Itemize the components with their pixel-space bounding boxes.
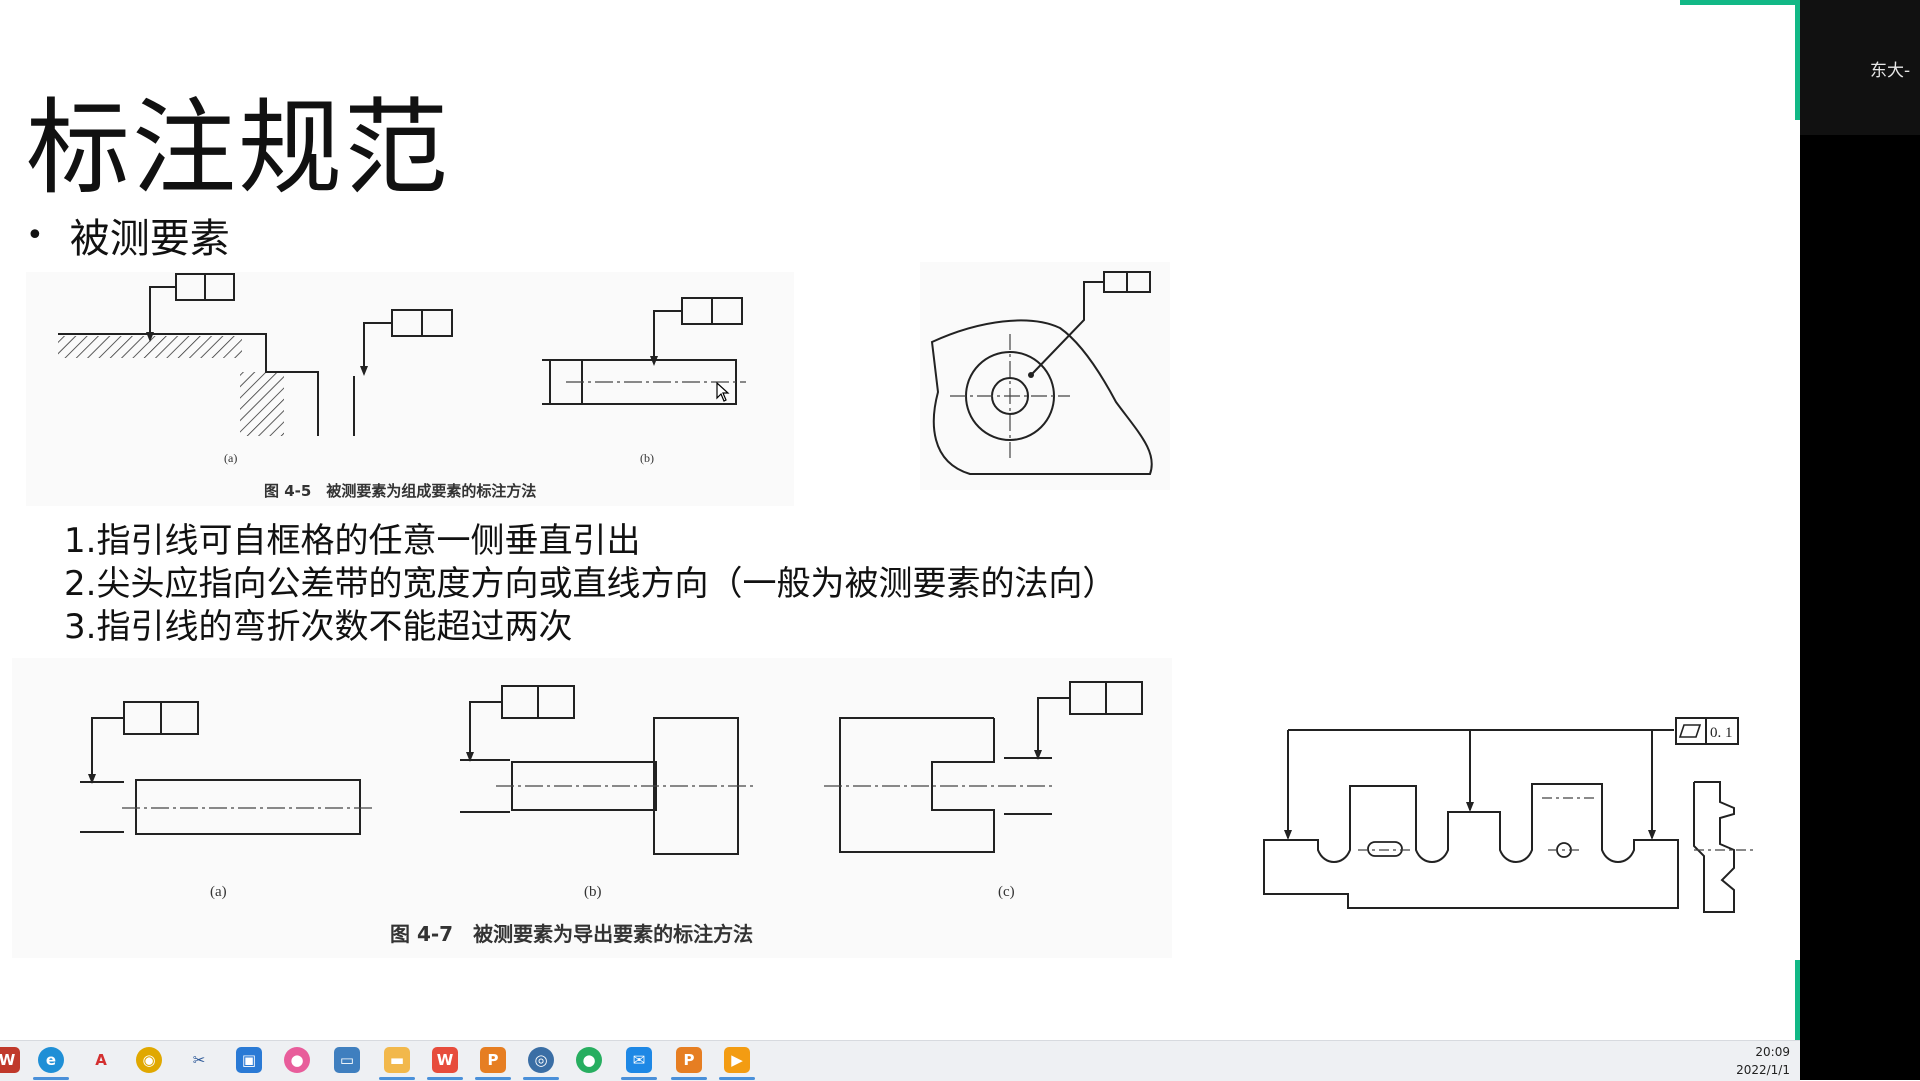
wechat-icon[interactable]: ● [576,1047,602,1073]
meeting-side-panel [1800,0,1920,1080]
mail-icon[interactable]: ✉ [626,1047,652,1073]
bullet-text: 被测要素 [69,216,230,262]
rule-item: 1.指引线可自框格的任意一侧垂直引出 [64,521,641,561]
tencent-meeting-icon[interactable]: ◎ [528,1047,554,1073]
annotation-rules: 1.指引线可自框格的任意一侧垂直引出 2.尖头应指向公差带的宽度方向或直线方向（… [64,520,1116,649]
flange-drawing [930,271,1153,475]
figure-flatness: 0. 1 [1254,690,1774,930]
rule-item: 3.指引线的弯折次数不能超过两次 [64,607,573,647]
wps-writer-icon[interactable]: W [432,1047,458,1073]
clock-time: 20:09 [1755,1045,1790,1059]
figure-4-5-label-b: (b) [640,451,654,465]
flatness-tolerance-value: 0. 1 [1710,725,1733,741]
wps-icon[interactable]: W [0,1047,20,1073]
bullet-dot-icon: • [26,217,44,253]
edge-icon[interactable]: e [38,1047,64,1073]
figure-4-7-label-b: (b) [584,884,602,900]
chrome-icon[interactable]: ◉ [136,1047,162,1073]
slide-title: 标注规范 [26,87,451,209]
figure-flange [920,262,1170,490]
bullet-item: • 被测要素 [26,206,230,264]
figure-4-7-label-a: (a) [210,884,227,900]
system-clock[interactable]: 20:09 2022/1/1 [1736,1045,1790,1077]
folder-icon[interactable]: ▬ [384,1047,410,1073]
media-player-icon[interactable]: ▶ [724,1047,750,1073]
presentation-slide: 标注规范 • 被测要素 (a) (b) 图 4-5 被测要素为组成要素的标注方法… [0,0,1800,1040]
figure-4-7: (a) (b) (c) 图 4-7 被测要素为导出要素的标注方法 [12,658,1172,958]
taskbar: W e A ◉ ✂ ▣ ● ▭ ▬ W P ◎ ● ✉ P ▶ 20:09 20… [0,1040,1800,1081]
acrobat-icon[interactable]: A [88,1047,114,1073]
wps-ppt-icon[interactable]: P [480,1047,506,1073]
store-icon[interactable]: ▣ [236,1047,262,1073]
figure-4-7-drawing: (a) (b) (c) 图 4-7 被测要素为导出要素的标注方法 [80,681,1143,946]
window-icon[interactable]: ▭ [334,1047,360,1073]
mouse-cursor-icon [716,381,730,406]
figure-4-5-drawing: (a) (b) 图 4-5 被测要素为组成要素的标注方法 [58,273,746,500]
figure-4-5-caption: 图 4-5 被测要素为组成要素的标注方法 [264,482,536,500]
figure-4-5: (a) (b) 图 4-5 被测要素为组成要素的标注方法 [26,272,794,506]
photos-icon[interactable]: ● [284,1047,310,1073]
figure-4-7-caption: 图 4-7 被测要素为导出要素的标注方法 [390,922,753,946]
flatness-symbol-icon [1678,724,1702,738]
clock-date: 2022/1/1 [1736,1063,1790,1077]
office-icon[interactable]: P [676,1047,702,1073]
share-border-top [1680,0,1798,5]
share-border-right [1795,0,1800,120]
participant-name: 东大- [1870,61,1911,81]
figure-4-5-label-a: (a) [224,451,237,465]
flatness-drawing: 0. 1 [1263,717,1754,913]
snipping-icon[interactable]: ✂ [186,1047,212,1073]
figure-4-7-label-c: (c) [998,884,1015,900]
rule-item: 2.尖头应指向公差带的宽度方向或直线方向（一般为被测要素的法向） [64,564,1117,604]
